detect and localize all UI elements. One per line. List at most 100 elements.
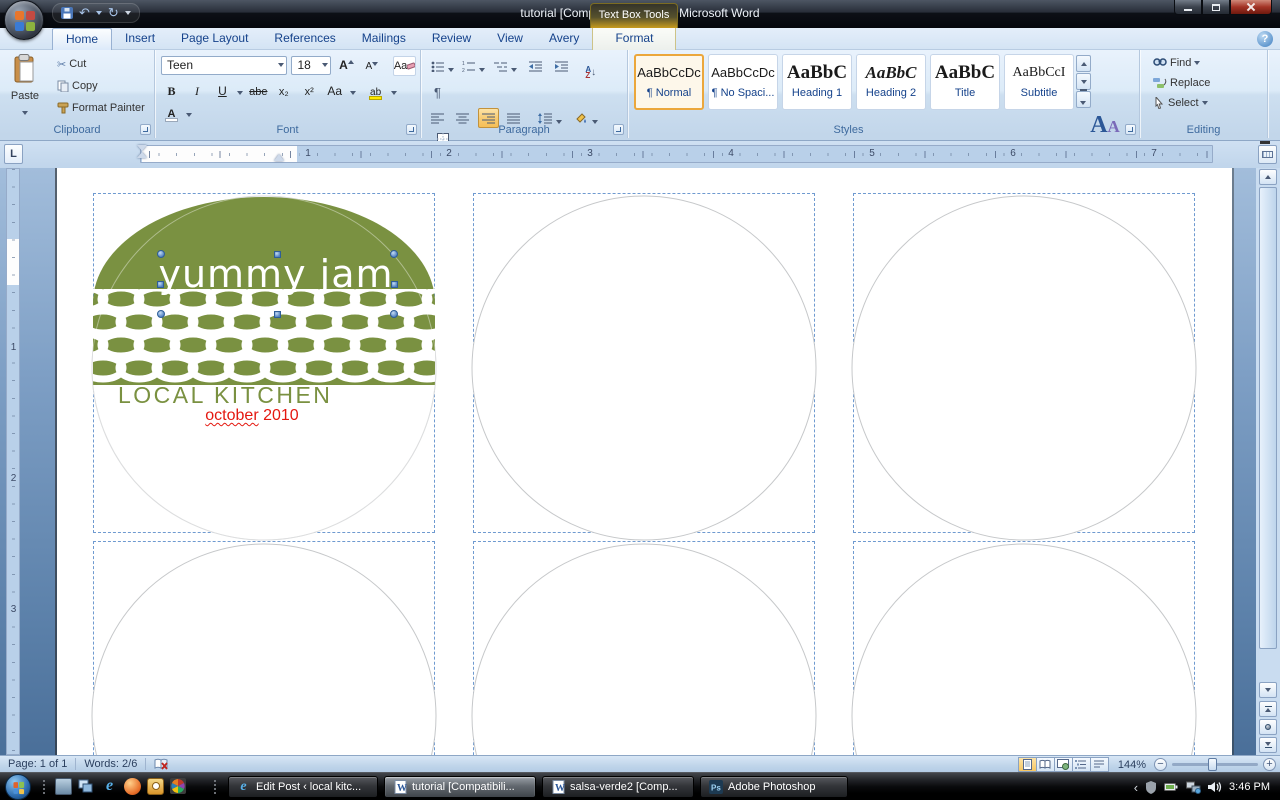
switch-windows-icon[interactable] (78, 778, 95, 795)
tab-references[interactable]: References (261, 28, 348, 49)
firefox-icon[interactable] (124, 778, 141, 795)
increase-indent-button[interactable] (551, 56, 572, 76)
start-button[interactable] (5, 774, 31, 800)
scroll-down-button[interactable] (1259, 682, 1277, 698)
split-handle[interactable] (1260, 141, 1270, 144)
word-count[interactable]: Words: 2/6 (76, 756, 145, 770)
selection-handle-top-right[interactable] (390, 250, 398, 258)
vertical-scrollbar[interactable] (1256, 168, 1280, 755)
tab-format[interactable]: Format (593, 28, 675, 49)
label-cell-1[interactable]: yummy jam LOCAL KITCHEN october 2010 (91, 193, 437, 541)
style-heading1[interactable]: AaBbC Heading 1 (782, 54, 852, 110)
bullets-dropdown-icon[interactable] (448, 67, 454, 72)
numbering-button[interactable]: 12 (458, 56, 479, 76)
change-case-dropdown-icon[interactable] (349, 90, 356, 95)
font-color-dropdown-icon[interactable] (186, 112, 193, 117)
italic-button[interactable]: I (186, 81, 207, 101)
numbering-dropdown-icon[interactable] (479, 67, 486, 72)
previous-page-button[interactable] (1259, 701, 1277, 717)
selection-handle-bottom-left[interactable] (157, 310, 165, 318)
clear-formatting-button[interactable]: Aa (392, 56, 417, 76)
style-title[interactable]: AaBbC Title (930, 54, 1000, 110)
change-case-button[interactable]: Aa (324, 81, 345, 101)
find-button[interactable]: Find (1148, 53, 1265, 73)
subscript-button[interactable]: x₂ (273, 82, 294, 102)
first-line-indent-marker[interactable] (137, 145, 147, 151)
styles-dialog-launcher[interactable] (1125, 124, 1136, 135)
copy-button[interactable]: Copy (52, 75, 150, 97)
multilevel-list-button[interactable] (490, 56, 511, 76)
font-dialog-launcher[interactable] (406, 124, 417, 135)
select-button[interactable]: Select (1148, 93, 1265, 113)
label-cell-5[interactable] (471, 541, 817, 755)
view-ruler-toggle-button[interactable] (1258, 145, 1277, 164)
zoom-slider-thumb[interactable] (1208, 758, 1217, 771)
line-spacing-dropdown-icon[interactable] (555, 119, 562, 124)
tab-stop-selector[interactable]: L (4, 144, 23, 164)
right-indent-marker[interactable] (274, 154, 284, 161)
label-cell-6[interactable] (851, 541, 1197, 755)
zoom-slider-track[interactable] (1172, 758, 1258, 771)
print-layout-view-button[interactable] (1017, 757, 1037, 772)
taskbar-button-photoshop[interactable]: Ps Adobe Photoshop (700, 776, 848, 798)
label-subtitle-text[interactable]: LOCAL KITCHEN (118, 382, 332, 409)
scroll-up-button[interactable] (1259, 169, 1277, 185)
decrease-indent-button[interactable] (525, 56, 546, 76)
style-subtitle[interactable]: AaBbCcI Subtitle (1004, 54, 1074, 110)
paragraph-dialog-launcher[interactable] (613, 124, 624, 135)
clipboard-dialog-launcher[interactable] (140, 124, 151, 135)
underline-button[interactable]: U (212, 81, 233, 101)
tab-home[interactable]: Home (52, 28, 113, 50)
picasa-icon[interactable] (170, 778, 187, 795)
styles-gallery-more-button[interactable] (1076, 89, 1091, 108)
label-date-text[interactable]: october 2010 (94, 407, 410, 425)
tab-insert[interactable]: Insert (112, 28, 168, 49)
battery-icon[interactable] (1164, 781, 1179, 793)
grow-font-button[interactable]: A (336, 55, 357, 75)
tray-expand-icon[interactable]: ‹ (1134, 780, 1138, 795)
show-hide-pilcrow-button[interactable]: ¶ (427, 83, 448, 103)
replace-button[interactable]: Replace (1148, 73, 1265, 93)
scrollbar-thumb[interactable] (1259, 187, 1277, 649)
network-icon[interactable] (1186, 781, 1202, 794)
tab-page-layout[interactable]: Page Layout (168, 28, 261, 49)
maximize-button[interactable] (1202, 0, 1230, 15)
outline-view-button[interactable] (1071, 757, 1091, 772)
shading-dropdown-icon[interactable] (592, 119, 599, 124)
close-button[interactable] (1230, 0, 1272, 15)
styles-gallery-down-button[interactable] (1076, 73, 1091, 90)
help-button[interactable]: ? (1257, 31, 1273, 47)
bold-button[interactable]: B (161, 81, 182, 101)
internet-explorer-icon[interactable]: e (101, 778, 118, 795)
office-button[interactable] (4, 0, 44, 40)
format-painter-button[interactable]: Format Painter (52, 97, 150, 119)
page-indicator[interactable]: Page: 1 of 1 (0, 756, 75, 770)
selection-handle-top-left[interactable] (157, 250, 165, 258)
web-layout-view-button[interactable] (1053, 757, 1073, 772)
selection-handle-top-center[interactable] (274, 251, 281, 258)
style-no-spacing[interactable]: AaBbCcDc ¶ No Spaci... (708, 54, 778, 110)
zoom-in-button[interactable]: + (1263, 758, 1276, 771)
show-desktop-icon[interactable] (55, 778, 72, 795)
next-page-button[interactable] (1259, 737, 1277, 753)
selection-handle-mid-left[interactable] (157, 281, 164, 288)
label-title-text[interactable]: yummy jam (94, 252, 436, 296)
multilevel-dropdown-icon[interactable] (510, 67, 517, 72)
outlook-icon[interactable] (147, 778, 164, 795)
zoom-out-button[interactable]: − (1154, 758, 1167, 771)
font-name-combobox[interactable]: Teen (161, 55, 287, 75)
minimize-button[interactable] (1174, 0, 1202, 15)
font-color-button[interactable]: A (161, 105, 182, 125)
tab-view[interactable]: View (484, 28, 536, 49)
horizontal-ruler[interactable]: 1 2 3 4 5 6 7 (137, 145, 1220, 163)
strikethrough-button[interactable]: abe (248, 82, 269, 102)
selection-handle-bottom-center[interactable] (274, 311, 281, 318)
volume-icon[interactable] (1208, 781, 1222, 793)
tab-mailings[interactable]: Mailings (349, 28, 419, 49)
highlight-color-button[interactable]: ab (365, 84, 386, 104)
taskbar-clock[interactable]: 3:46 PM (1229, 781, 1270, 793)
label-cell-4[interactable] (91, 541, 437, 755)
highlight-dropdown-icon[interactable] (390, 90, 397, 95)
tab-review[interactable]: Review (419, 28, 484, 49)
select-browse-object-button[interactable] (1259, 719, 1277, 735)
